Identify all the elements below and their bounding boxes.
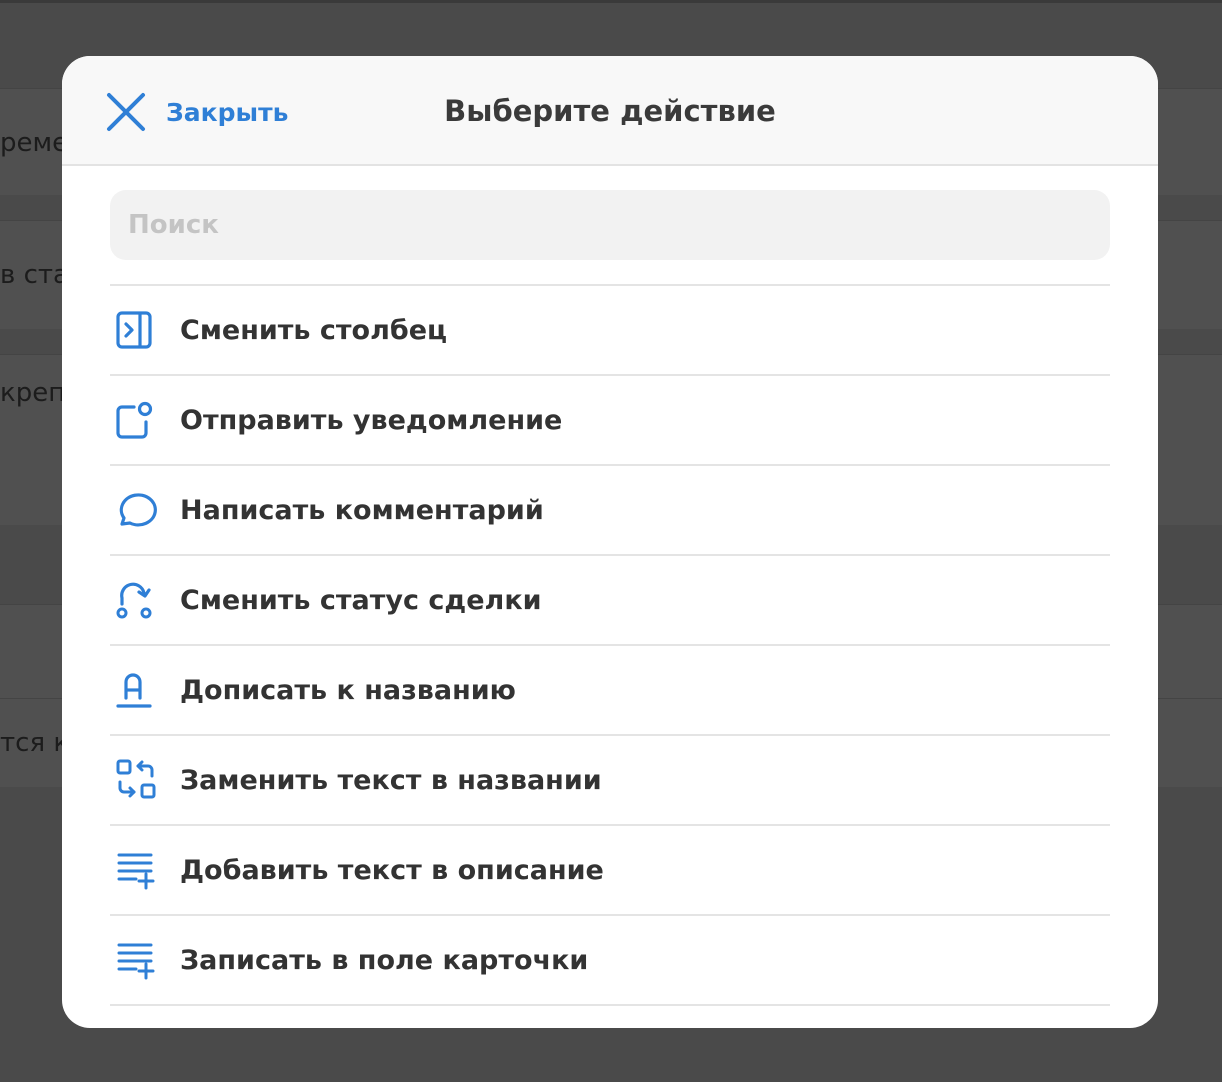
background-text: реме (0, 128, 69, 158)
append-title-icon (110, 670, 180, 710)
background-text: тся к (0, 728, 70, 758)
search-field (110, 190, 1110, 260)
action-label: Написать комментарий (180, 494, 544, 526)
action-label: Добавить текст в описание (180, 854, 604, 886)
action-item-change-column[interactable]: Сменить столбец (110, 286, 1110, 376)
choose-action-dialog: Выберите действие Закрыть Сменить (62, 56, 1158, 1028)
action-label: Отправить уведомление (180, 404, 563, 436)
action-label: Сменить столбец (180, 314, 448, 346)
action-label: Дописать к названию (180, 674, 516, 706)
dialog-header: Выберите действие Закрыть (62, 56, 1158, 166)
action-label: Записать в поле карточки (180, 944, 589, 976)
notification-icon (110, 400, 180, 440)
action-item-send-notification[interactable]: Отправить уведомление (110, 376, 1110, 466)
move-to-column-icon (110, 310, 180, 350)
action-item-write-comment[interactable]: Написать комментарий (110, 466, 1110, 556)
replace-text-icon (110, 758, 180, 802)
close-button[interactable]: Закрыть (106, 90, 288, 134)
search-input[interactable] (110, 190, 1088, 260)
background-top-border (0, 0, 1222, 3)
add-description-icon (110, 850, 180, 890)
write-field-icon (110, 940, 180, 980)
close-button-label: Закрыть (166, 97, 289, 127)
action-label: Заменить текст в названии (180, 764, 602, 796)
action-list: Сменить столбец Отправить уведомление На… (110, 284, 1110, 1006)
action-item-replace-title-text[interactable]: Заменить текст в названии (110, 736, 1110, 826)
action-item-append-title[interactable]: Дописать к названию (110, 646, 1110, 736)
status-change-icon (110, 580, 180, 620)
background-text: в ста (0, 260, 69, 290)
comment-bubble-icon (110, 490, 180, 530)
action-item-change-deal-status[interactable]: Сменить статус сделки (110, 556, 1110, 646)
action-label: Сменить статус сделки (180, 584, 542, 616)
action-item-write-card-field[interactable]: Записать в поле карточки (110, 916, 1110, 1006)
action-item-add-description-text[interactable]: Добавить текст в описание (110, 826, 1110, 916)
close-icon (106, 92, 146, 132)
